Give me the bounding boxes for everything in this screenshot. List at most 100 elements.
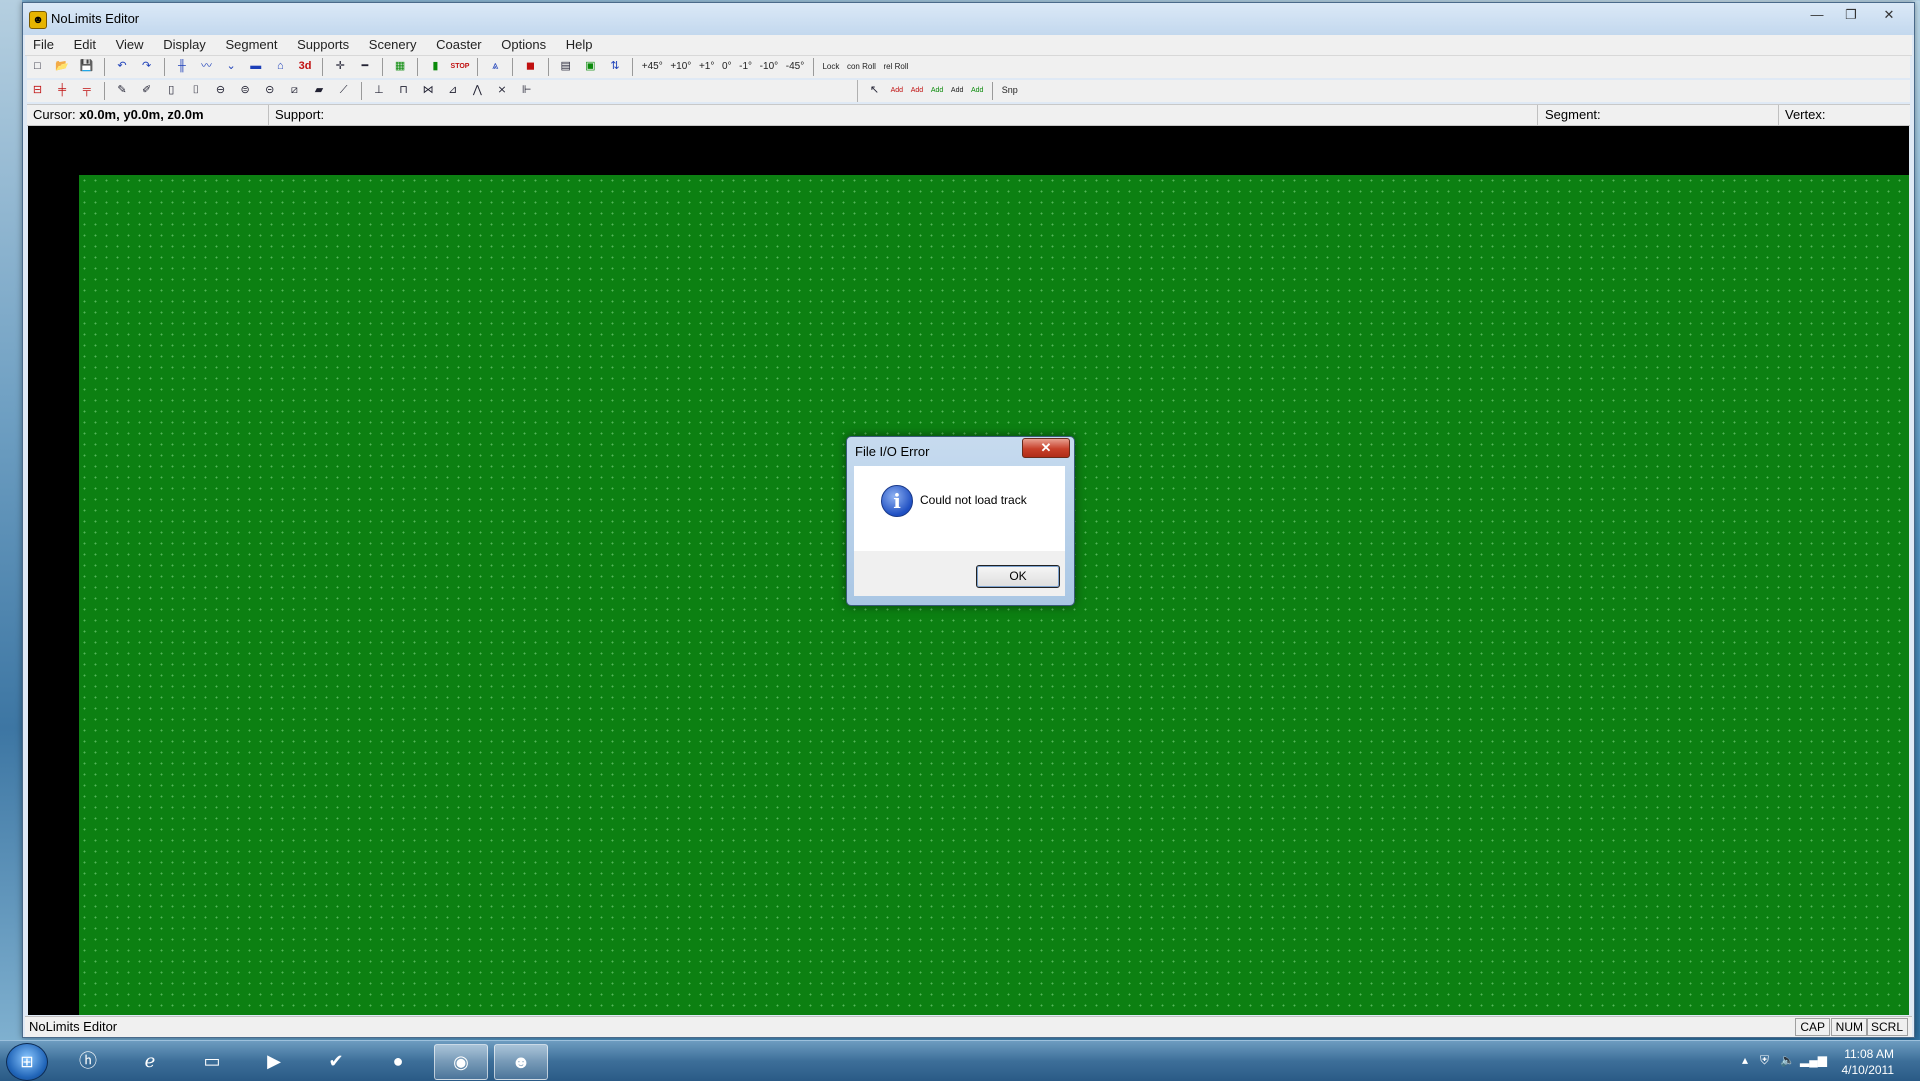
support-beam-icon[interactable]: ⧄ (285, 81, 304, 100)
menu-help[interactable]: Help (558, 35, 601, 54)
roll-minus1-button[interactable]: -1° (739, 57, 752, 76)
menu-edit[interactable]: Edit (66, 35, 104, 54)
menu-coaster[interactable]: Coaster (428, 35, 490, 54)
support-frame-icon[interactable]: ⊓ (394, 81, 413, 100)
support-angle-icon[interactable]: ⊿ (443, 81, 462, 100)
double-pencil-icon[interactable]: ✐ (137, 81, 156, 100)
con-roll-button[interactable]: con Roll (847, 57, 876, 76)
firefox-icon[interactable]: ◉ (434, 1044, 488, 1080)
segment-transport-icon[interactable]: ╤ (77, 81, 96, 100)
vertex-label: Vertex: (1785, 107, 1826, 122)
desktop-background (0, 0, 22, 1040)
menu-segment[interactable]: Segment (217, 35, 285, 54)
hp-app-icon[interactable]: ⓗ (62, 1044, 114, 1078)
roll-plus1-button[interactable]: +1° (699, 57, 714, 76)
segment-brake-icon[interactable]: ⊟ (28, 81, 47, 100)
tunnel-icon[interactable]: ⩓ (486, 57, 505, 76)
split-view-icon[interactable]: ⇅ (606, 57, 625, 76)
coaster-train-icon[interactable]: ▬ (246, 57, 265, 76)
dialog-close-button[interactable]: ✕ (1022, 438, 1070, 458)
add-footer-button[interactable]: Add (971, 81, 983, 100)
internet-explorer-icon[interactable]: ℯ (124, 1044, 176, 1078)
blue-circle-app-icon[interactable]: ● (372, 1044, 424, 1078)
support-cross-icon[interactable]: ⨯ (493, 81, 512, 100)
minimize-button[interactable]: — (1800, 5, 1834, 25)
network-icon[interactable]: ▂▄▆ (1800, 1053, 1827, 1067)
track-ladder-icon[interactable]: ╫ (172, 57, 191, 76)
menu-supports[interactable]: Supports (289, 35, 357, 54)
add-segment-button[interactable]: Add (911, 81, 923, 100)
redo-icon[interactable]: ↷ (137, 57, 156, 76)
information-icon: i (881, 485, 913, 517)
support-base-icon[interactable]: ⊜ (236, 81, 255, 100)
maximize-button[interactable]: ❐ (1834, 5, 1868, 25)
title-bar[interactable]: ☻ NoLimits Editor — ❐ ✕ (23, 3, 1914, 35)
save-icon[interactable]: 💾 (77, 57, 96, 76)
snap-button[interactable]: Snp (1002, 81, 1018, 100)
menu-view[interactable]: View (108, 35, 152, 54)
support-tower-icon[interactable]: ⊥ (369, 81, 388, 100)
remove-vertex-icon[interactable]: ━ (355, 57, 374, 76)
insert-vertex-icon[interactable]: ✛ (331, 57, 350, 76)
record-icon[interactable]: ◼ (521, 57, 540, 76)
support-wide-base-icon[interactable]: ⊝ (260, 81, 279, 100)
ok-button[interactable]: OK (976, 565, 1060, 588)
track-curve-icon[interactable]: 〰 (197, 57, 216, 76)
roll-plus45-button[interactable]: +45° (642, 57, 663, 76)
undo-icon[interactable]: ↶ (113, 57, 132, 76)
pencil-icon[interactable]: ✎ (113, 81, 132, 100)
checkmark-app-icon[interactable]: ✔ (310, 1044, 362, 1078)
station-icon[interactable]: ⌂ (271, 57, 290, 76)
support-block-icon[interactable]: ▰ (310, 81, 329, 100)
support-flag-icon[interactable]: ⊩ (517, 81, 536, 100)
dialog-message: Could not load track (920, 493, 1027, 507)
add-support-button[interactable]: Add (931, 81, 943, 100)
show-hidden-icons-icon[interactable]: ▴ (1742, 1053, 1748, 1067)
open-folder-icon[interactable]: 📂 (53, 57, 72, 76)
new-file-icon[interactable]: □ (28, 57, 47, 76)
support-truss-icon[interactable]: ⋈ (419, 81, 438, 100)
menu-scenery[interactable]: Scenery (361, 35, 425, 54)
add-connector-button[interactable]: Add (951, 81, 963, 100)
stop-sign-button[interactable]: STOP (451, 57, 470, 76)
roll-minus45-button[interactable]: -45° (786, 57, 804, 76)
nolimits-taskbar-icon[interactable]: ☻ (494, 1044, 548, 1080)
security-icon[interactable]: ⛨ (1760, 1053, 1769, 1068)
volume-icon[interactable]: 🔈 (1780, 1053, 1795, 1067)
close-window-button[interactable]: ✕ (1872, 5, 1906, 25)
menu-display[interactable]: Display (155, 35, 214, 54)
pointer-icon[interactable]: ↖ (865, 81, 884, 100)
roll-minus10-button[interactable]: -10° (760, 57, 778, 76)
status-bar: NoLimits Editor CAP NUM SCRL (25, 1016, 1912, 1037)
add-vertex-button[interactable]: Add (891, 81, 903, 100)
window-layout-icon[interactable]: ▤ (556, 57, 575, 76)
roll-zero-button[interactable]: 0° (722, 57, 732, 76)
dialog-body: i Could not load track (854, 466, 1065, 551)
rel-roll-button[interactable]: rel Roll (884, 57, 909, 76)
roller-coaster-app-icon: ☻ (29, 11, 47, 29)
track-dip-icon[interactable]: ⌄ (222, 57, 241, 76)
terrain-icon[interactable]: ▣ (581, 57, 600, 76)
block-brake-icon[interactable]: ▮ (426, 57, 445, 76)
clock-date[interactable]: 4/10/2011 (1842, 1063, 1895, 1077)
support-cylinder-icon[interactable]: ⌷ (186, 81, 205, 100)
start-button[interactable]: ⊞ (6, 1043, 48, 1081)
segment-panel: Segment: (1539, 105, 1779, 125)
file-explorer-icon[interactable]: ▭ (186, 1044, 238, 1078)
toolbar-separator (103, 57, 105, 76)
media-player-icon[interactable]: ▶ (248, 1044, 300, 1078)
roll-plus10-button[interactable]: +10° (670, 57, 691, 76)
support-leg-icon[interactable]: ⋀ (468, 81, 487, 100)
support-rod-icon[interactable]: ⟋ (334, 81, 353, 100)
view-3d-button[interactable]: 3d (296, 57, 315, 76)
support-pillar-icon[interactable]: ▯ (162, 81, 181, 100)
support-footer-icon[interactable]: ⊖ (211, 81, 230, 100)
toolbar-separator (992, 81, 994, 100)
segment-lift-icon[interactable]: ╪ (53, 81, 72, 100)
menu-bar: File Edit View Display Segment Supports … (25, 35, 1912, 56)
menu-options[interactable]: Options (493, 35, 554, 54)
grid-toggle-icon[interactable]: ▦ (391, 57, 410, 76)
menu-file[interactable]: File (25, 35, 62, 54)
clock-time[interactable]: 11:08 AM (1844, 1047, 1894, 1061)
lock-button[interactable]: Lock (822, 57, 839, 76)
